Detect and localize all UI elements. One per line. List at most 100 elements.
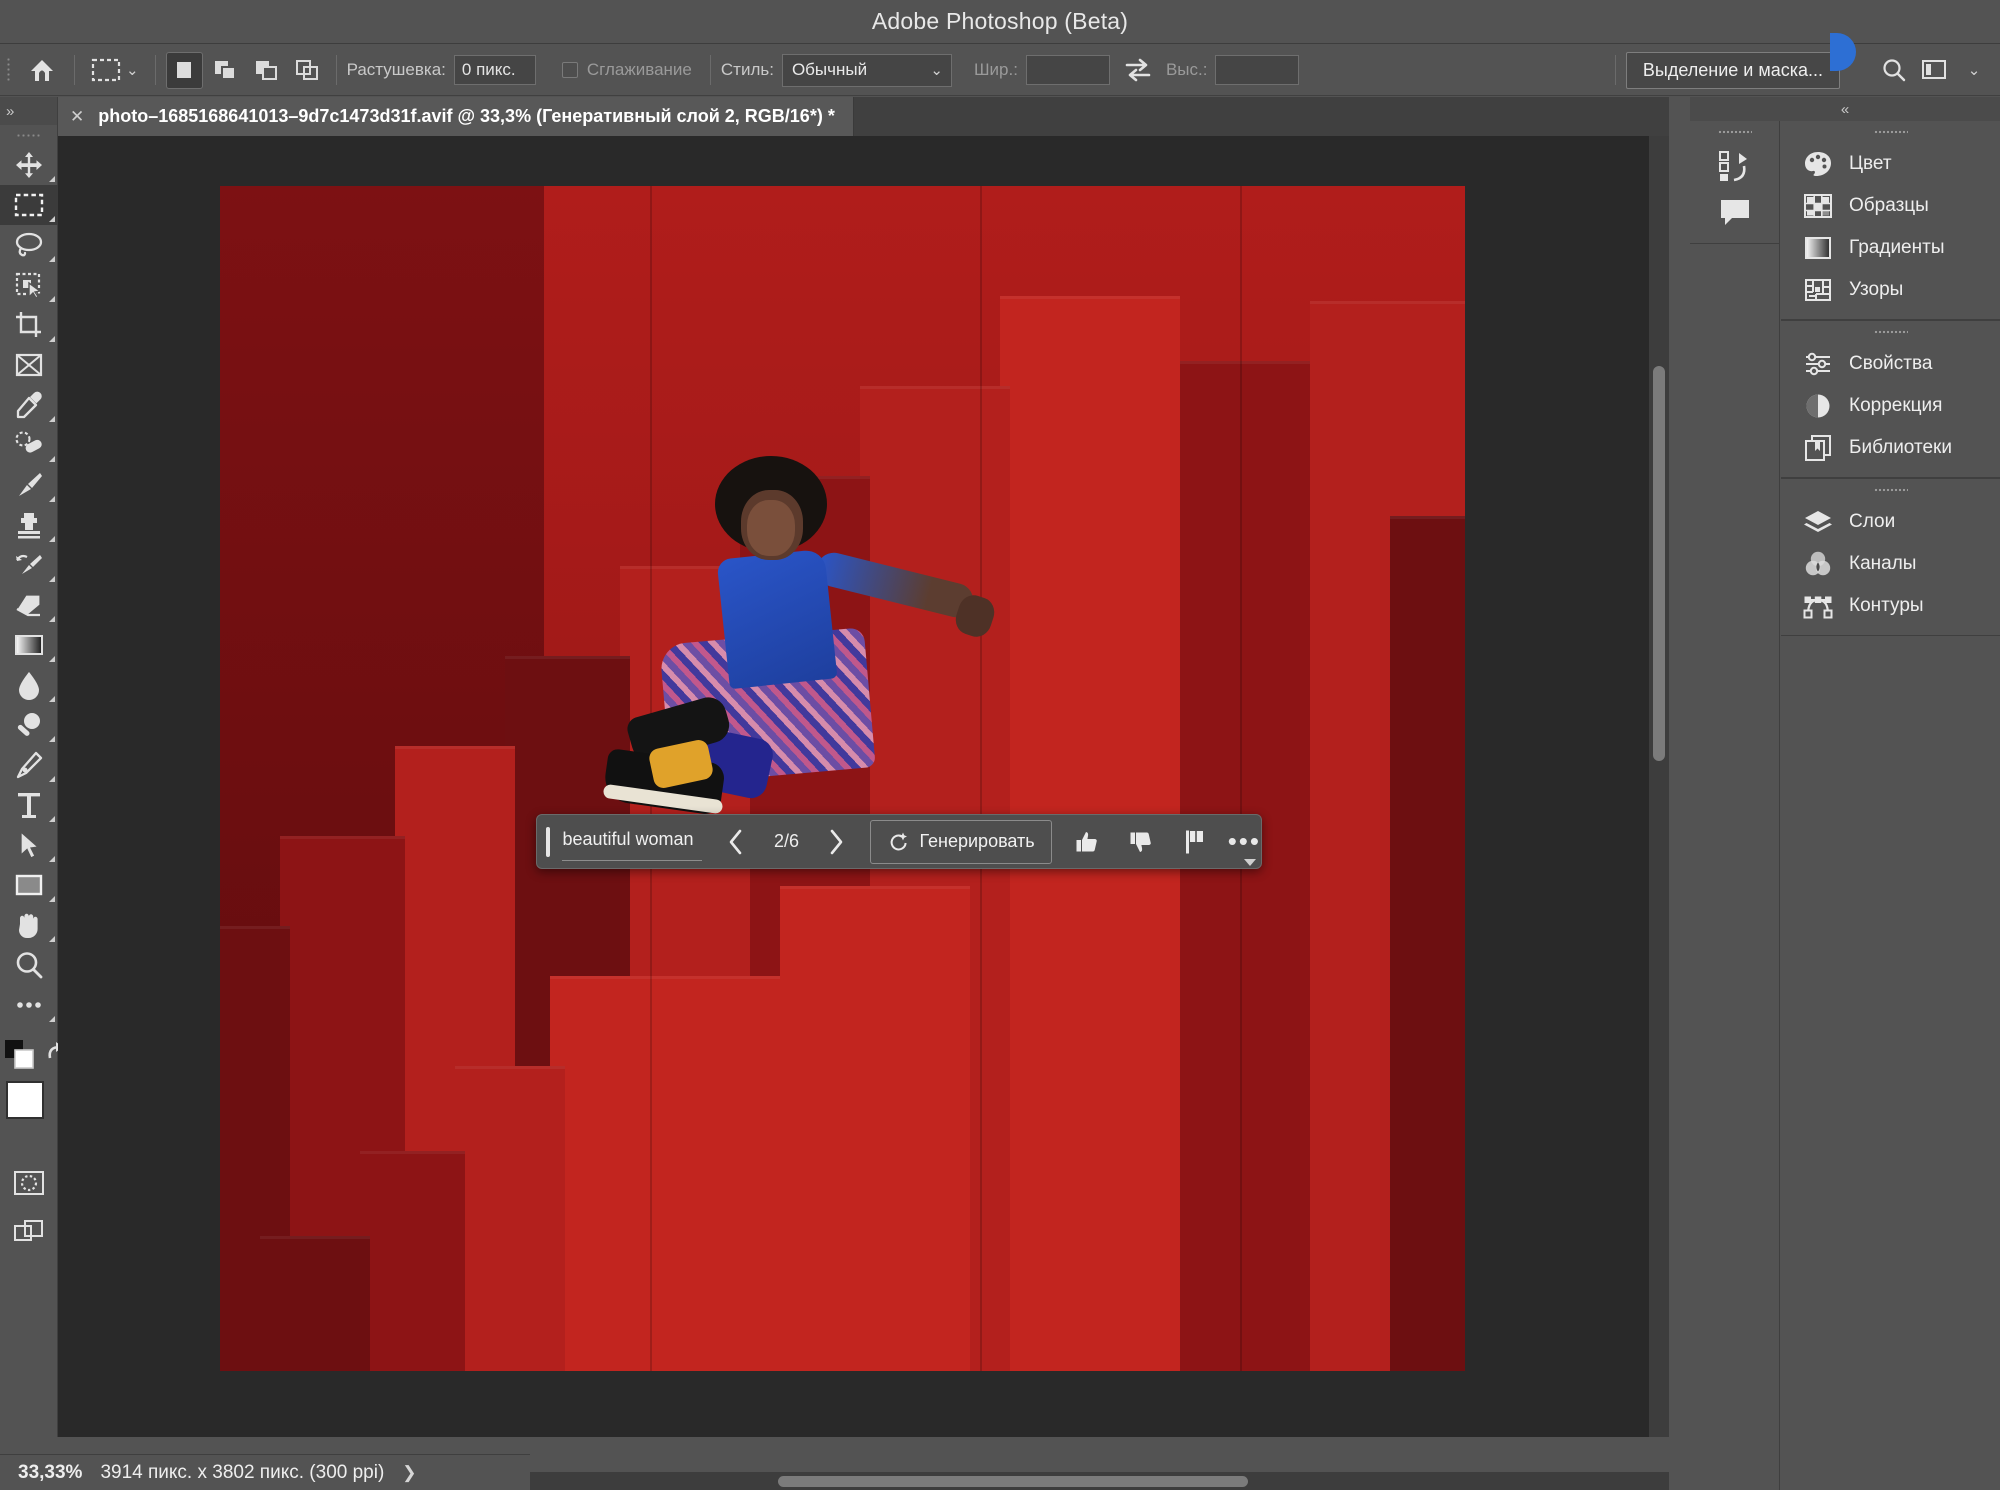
workspace-switcher-button[interactable] <box>1914 50 1954 90</box>
dodge-tool[interactable] <box>0 705 58 745</box>
brush-tool[interactable] <box>0 465 58 505</box>
resize-handle-icon[interactable] <box>1244 859 1256 866</box>
chevron-right-icon[interactable]: ❯ <box>402 1463 416 1483</box>
active-tool-preset[interactable]: ⌄ <box>85 50 145 90</box>
subtract-from-selection-button[interactable] <box>248 52 285 89</box>
history-brush-tool[interactable] <box>0 545 58 585</box>
swap-dimensions-button[interactable] <box>1124 57 1152 83</box>
paths-curve-icon <box>1803 592 1833 620</box>
panel-grip[interactable] <box>1781 479 2000 501</box>
divider <box>709 55 711 85</box>
generate-button[interactable]: Генерировать <box>870 819 1052 864</box>
sidebar-item-libraries[interactable]: Библиотеки <box>1781 427 2000 469</box>
color-swatches[interactable] <box>0 1075 60 1149</box>
add-to-selection-button[interactable] <box>207 52 244 89</box>
more-options-button[interactable]: ••• <box>1228 826 1261 857</box>
rectangle-tool[interactable] <box>0 865 58 905</box>
type-tool[interactable] <box>0 785 58 825</box>
zoom-level[interactable]: 33,33% <box>18 1462 82 1484</box>
eyedropper-tool[interactable] <box>0 385 58 425</box>
home-icon <box>28 56 56 84</box>
gradient-tool[interactable] <box>0 625 58 665</box>
thumbs-down-button[interactable] <box>1120 821 1162 863</box>
clone-stamp-tool[interactable] <box>0 505 58 545</box>
tools-panel: » <box>0 97 63 1437</box>
report-button[interactable] <box>1174 821 1216 863</box>
width-input[interactable] <box>1025 55 1110 85</box>
panels-collapse-button[interactable]: « <box>1690 97 2000 121</box>
sidebar-item-paths[interactable]: Контуры <box>1781 585 2000 627</box>
prompt-input[interactable]: beautiful woman <box>562 823 703 861</box>
zoom-tool[interactable] <box>0 945 58 985</box>
next-variation-button[interactable] <box>818 822 854 862</box>
chevron-down-icon[interactable]: ⌄ <box>126 63 139 78</box>
comments-panel-button[interactable] <box>1690 189 1779 235</box>
previous-variation-button[interactable] <box>718 822 754 862</box>
generative-fill-toolbar[interactable]: beautiful woman 2/6 Генерировать ••• <box>536 814 1262 869</box>
select-and-mask-button[interactable]: Выделение и маска... <box>1625 51 1840 89</box>
sidebar-item-channels[interactable]: Каналы <box>1781 543 2000 585</box>
crop-tool[interactable] <box>0 305 58 345</box>
new-selection-button[interactable] <box>165 51 203 89</box>
sidebar-item-swatches[interactable]: Образцы <box>1781 185 2000 227</box>
feather-label: Растушевка: <box>346 60 446 79</box>
panel-grip[interactable] <box>1690 121 1779 143</box>
history-panel-button[interactable] <box>1690 143 1779 189</box>
sidebar-item-properties[interactable]: Свойства <box>1781 343 2000 385</box>
sidebar-item-layers[interactable]: Слои <box>1781 501 2000 543</box>
title-bar: Adobe Photoshop (Beta) <box>0 0 2000 44</box>
panel-grip[interactable] <box>1781 321 2000 343</box>
chevron-right-icon <box>828 829 844 855</box>
gradient-square-icon <box>1803 234 1833 262</box>
thumbs-up-button[interactable] <box>1066 821 1108 863</box>
lasso-tool[interactable] <box>0 225 58 265</box>
feather-input[interactable]: 0 пикс. <box>453 55 536 85</box>
intersect-selection-button[interactable] <box>289 52 326 89</box>
options-bar-grip[interactable] <box>0 45 16 95</box>
home-button[interactable] <box>20 50 64 90</box>
rectangular-marquee-tool[interactable] <box>0 185 58 225</box>
screen-mode-button[interactable] <box>0 1211 58 1251</box>
close-icon[interactable]: ✕ <box>70 107 84 127</box>
vertical-scroll-thumb[interactable] <box>1653 366 1665 761</box>
frame-tool[interactable] <box>0 345 58 385</box>
hand-tool[interactable] <box>0 905 58 945</box>
tool-flyout-indicator <box>49 496 55 502</box>
search-button[interactable] <box>1874 50 1914 90</box>
add-to-selection-icon <box>212 58 238 82</box>
sidebar-item-color[interactable]: Цвет <box>1781 143 2000 185</box>
pen-tool[interactable] <box>0 745 58 785</box>
edit-toolbar-button[interactable] <box>0 985 58 1025</box>
sidebar-item-gradients[interactable]: Градиенты <box>1781 227 2000 269</box>
toolbar-collapse-button[interactable]: » <box>0 97 57 125</box>
height-input[interactable] <box>1215 55 1300 85</box>
divider <box>74 55 75 85</box>
mini-color-swatches[interactable] <box>4 1039 38 1071</box>
secondary-panel-rail <box>1690 121 1780 1490</box>
eraser-tool[interactable] <box>0 585 58 625</box>
canvas-vertical-scrollbar[interactable] <box>1649 136 1669 1437</box>
type-icon <box>15 790 43 820</box>
sidebar-item-adjustments[interactable]: Коррекция <box>1781 385 2000 427</box>
foreground-color-swatch[interactable] <box>6 1081 44 1119</box>
width-label: Шир.: <box>973 60 1018 79</box>
canvas-area[interactable]: beautiful woman 2/6 Генерировать ••• <box>58 136 1669 1437</box>
search-icon <box>1881 57 1907 83</box>
document-tab[interactable]: ✕ photo–1685168641013–9d7c1473d31f.avif … <box>58 97 854 136</box>
healing-brush-tool[interactable] <box>0 425 58 465</box>
sidebar-item-label: Библиотеки <box>1849 437 1952 458</box>
horizontal-scroll-thumb[interactable] <box>778 1476 1248 1487</box>
panel-grip[interactable] <box>1781 121 2000 143</box>
sidebar-item-patterns[interactable]: Узоры <box>1781 269 2000 311</box>
move-tool[interactable] <box>0 145 58 185</box>
style-select[interactable]: Обычный ⌄ <box>781 53 952 87</box>
object-selection-tool[interactable] <box>0 265 58 305</box>
clone-stamp-icon <box>14 510 44 540</box>
artboard-image[interactable] <box>220 186 1465 1371</box>
path-selection-tool[interactable] <box>0 825 58 865</box>
workspace-chevron-button[interactable]: ⌄ <box>1954 50 1994 90</box>
quick-mask-button[interactable] <box>0 1163 58 1203</box>
toolbar-grip[interactable] <box>0 125 57 145</box>
antialias-checkbox[interactable] <box>561 62 578 78</box>
blur-tool[interactable] <box>0 665 58 705</box>
